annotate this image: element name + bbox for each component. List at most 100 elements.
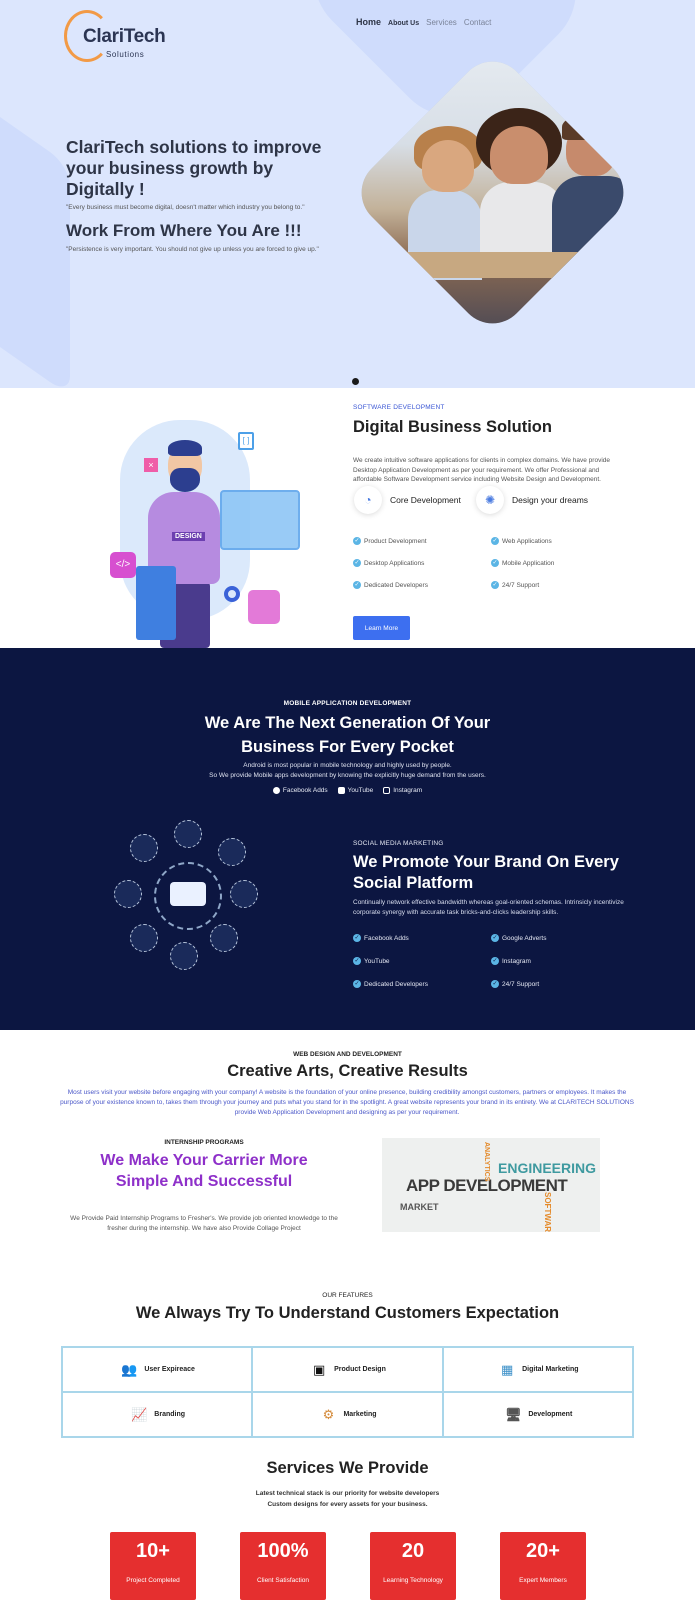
- document-icon: [136, 566, 176, 640]
- play-icon: [248, 590, 280, 624]
- check-icon: ✓: [353, 559, 361, 567]
- check-icon: ✓: [491, 537, 499, 545]
- chart-icon: [174, 820, 202, 848]
- check-item: ✓ 24/7 Support: [491, 980, 540, 988]
- mobile-social-section: MOBILE APPLICATION DEVELOPMENT We Are Th…: [0, 648, 695, 1030]
- check-item: ✓ Mobile Application: [491, 559, 555, 567]
- feature-design-dreams: ✺ Design your dreams: [476, 486, 588, 514]
- features-kicker: OUR FEATURES: [322, 1292, 373, 1299]
- section-kicker: SOFTWARE DEVELOPMENT: [353, 404, 445, 411]
- section-kicker: SOCIAL MEDIA MARKETING: [353, 840, 444, 847]
- main-nav: Home About Us Services Contact: [356, 17, 491, 27]
- pie-chart-icon: [210, 924, 238, 952]
- stat-learning: 20 Learning Technology: [370, 1532, 456, 1600]
- feature-branding[interactable]: 📈 Branding: [62, 1392, 253, 1437]
- social-link-instagram[interactable]: Instagram: [383, 787, 422, 794]
- hero-subheading: Work From Where You Are !!!: [66, 221, 302, 240]
- check-item: ✓ 24/7 Support: [491, 581, 540, 589]
- development-monitor-icon: 🖥: [505, 1406, 522, 1422]
- logo[interactable]: ClariTech Solutions: [64, 8, 166, 66]
- marketing-chart-icon: ▦: [500, 1361, 514, 1377]
- internship-description: We Provide Paid Internship Programs to F…: [70, 1215, 338, 1232]
- check-item: ✓ Web Applications: [491, 537, 552, 545]
- code-icon: </>: [110, 552, 136, 578]
- check-icon: ✓: [353, 934, 361, 942]
- section-description: Android is most popular in mobile techno…: [243, 762, 452, 769]
- nav-home[interactable]: Home: [356, 17, 381, 27]
- feature-core-development: ◔ Core Development: [354, 486, 461, 514]
- services-title: Services We Provide: [266, 1459, 429, 1477]
- users-icon: 👥: [121, 1361, 138, 1377]
- feature-development[interactable]: 🖥 Development: [442, 1392, 633, 1437]
- section-description: Most users visit your website before eng…: [60, 1089, 634, 1116]
- check-icon: ✓: [491, 980, 499, 988]
- check-icon: ✓: [491, 559, 499, 567]
- designer-illustration: DESIGN </> [ ] ×: [90, 410, 300, 648]
- stat-experts: 20+ Expert Members: [500, 1532, 586, 1600]
- check-item: ✓ Dedicated Developers: [353, 581, 428, 589]
- check-item: ✓ Instagram: [491, 957, 531, 965]
- pin-icon: [130, 924, 158, 952]
- megaphone-icon: [170, 882, 206, 906]
- chat-icon: [218, 838, 246, 866]
- bracket-icon: [ ]: [238, 432, 254, 450]
- envelope-icon: [170, 942, 198, 970]
- nav-services[interactable]: Services: [426, 18, 457, 27]
- app-development-wordcloud-image: APP DEVELOPMENT ENGINEERING MARKET ANALY…: [382, 1138, 600, 1232]
- gear-icon: [224, 586, 240, 602]
- hourglass-icon: [230, 880, 258, 908]
- services-subtitle: Custom designs for every assets for your…: [267, 1501, 428, 1508]
- web-design-section: WEB DESIGN AND DEVELOPMENT Creative Arts…: [0, 1030, 695, 1270]
- hero-quote: "Every business must become digital, doe…: [66, 204, 305, 211]
- instagram-icon: [383, 787, 391, 794]
- feature-label: Core Development: [390, 495, 461, 505]
- marketing-illustration: [112, 820, 264, 972]
- section-title: We Are The Next Generation Of Your Busin…: [204, 714, 491, 756]
- section-title: Digital Business Solution: [353, 418, 552, 436]
- learn-more-button[interactable]: Learn More: [353, 616, 410, 640]
- check-item: ✓ Facebook Adds: [353, 934, 409, 942]
- social-link-youtube[interactable]: YouTube: [337, 787, 373, 794]
- check-icon: ✓: [491, 581, 499, 589]
- feature-label: Design your dreams: [512, 495, 589, 505]
- check-icon: ✓: [353, 537, 361, 545]
- section-kicker: WEB DESIGN AND DEVELOPMENT: [293, 1051, 402, 1058]
- stat-projects: 10+ Project Completed: [110, 1532, 196, 1600]
- facebook-icon: [272, 787, 280, 794]
- feature-digital-marketing[interactable]: ▦ Digital Marketing: [442, 1347, 633, 1392]
- logo-subtitle: Solutions: [106, 50, 145, 59]
- branding-chart-icon: 📈: [131, 1406, 148, 1422]
- stat-satisfaction: 100% Client Satisfaction: [240, 1532, 326, 1600]
- check-icon: ✓: [491, 957, 499, 965]
- check-item: ✓ Dedicated Developers: [353, 980, 428, 988]
- internship-kicker: INTERNSHIP PROGRAMS: [164, 1139, 244, 1146]
- check-item: ✓ Desktop Applications: [353, 559, 425, 567]
- hero-quote: "Persistence is very important. You shou…: [66, 246, 319, 253]
- feature-user-experience[interactable]: 👥 User Expireace: [62, 1347, 253, 1392]
- hero-team-photo: [347, 47, 638, 338]
- check-item: ✓ Product Development: [353, 537, 427, 545]
- social-link-facebook[interactable]: Facebook Adds: [272, 787, 328, 794]
- feature-product-design[interactable]: ▣ Product Design: [252, 1347, 443, 1392]
- mail-icon: [130, 834, 158, 862]
- social-links: Facebook Adds YouTube Instagram: [0, 787, 695, 794]
- hero-title: ClariTech solutions to improve your busi…: [66, 137, 322, 199]
- section-kicker: MOBILE APPLICATION DEVELOPMENT: [283, 700, 412, 707]
- marketing-gear-icon: ⚙: [322, 1406, 335, 1422]
- logo-name: ClariTech: [83, 26, 166, 47]
- services-subtitle: Latest technical stack is our priority f…: [255, 1490, 440, 1497]
- feature-marketing[interactable]: ⚙ Marketing: [252, 1392, 443, 1437]
- software-section: DESIGN </> [ ] × SOFTWARE DEVELOPMENT Di…: [0, 388, 695, 648]
- check-item: ✓ Google Adverts: [491, 934, 547, 942]
- features-grid: 👥 User Expireace ▣ Product Design ▦ Digital…: [61, 1346, 634, 1438]
- features-title: We Always Try To Understand Customers Ex…: [135, 1304, 560, 1322]
- brain-icon: ✺: [476, 486, 504, 514]
- youtube-icon: [337, 787, 345, 794]
- nav-about[interactable]: About Us: [388, 20, 419, 27]
- nav-contact[interactable]: Contact: [464, 18, 492, 27]
- hero-decor-shape: [0, 53, 70, 388]
- check-item: ✓ YouTube: [353, 957, 390, 965]
- carousel-dot[interactable]: [352, 378, 359, 385]
- window-icon: [220, 490, 300, 550]
- phone-icon: [114, 880, 142, 908]
